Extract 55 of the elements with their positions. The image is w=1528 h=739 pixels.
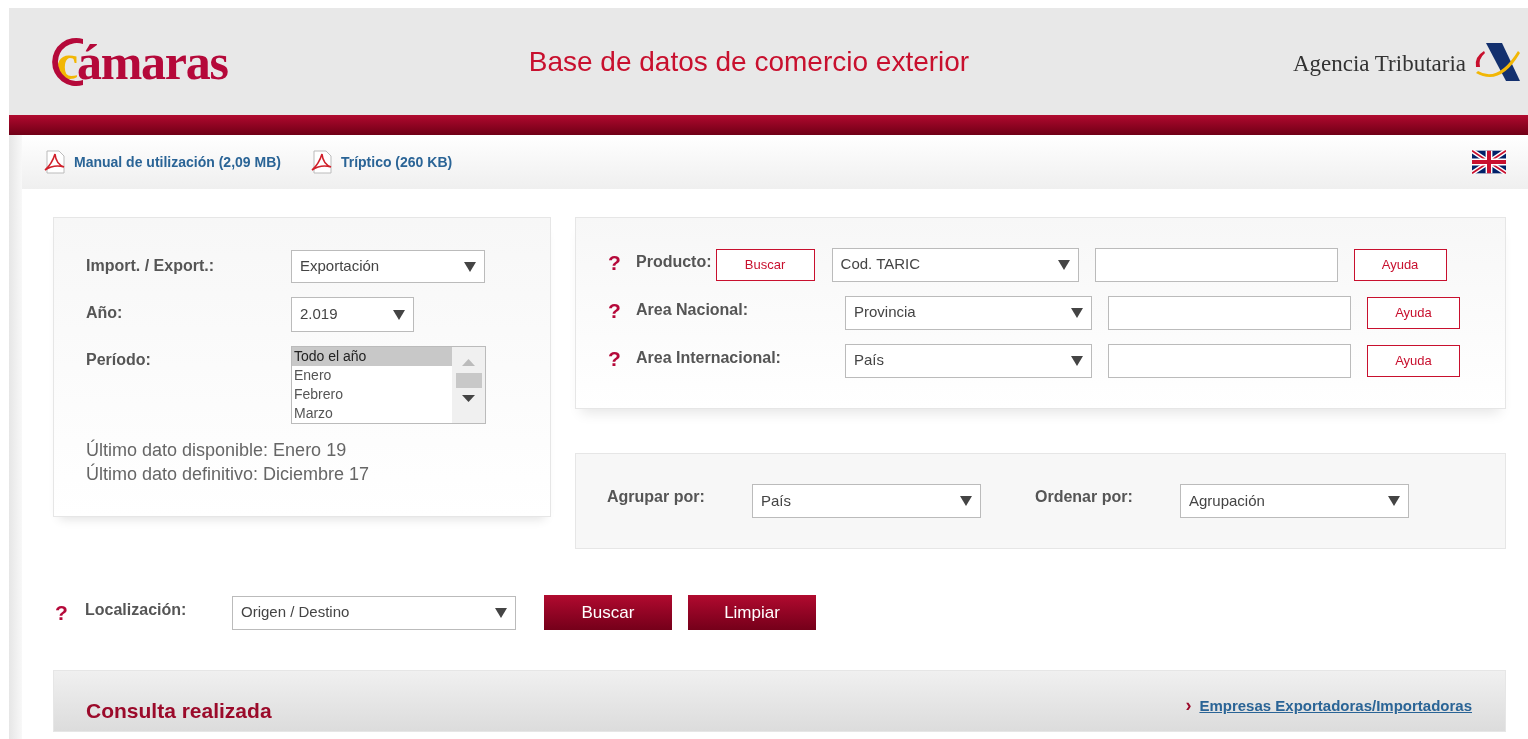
- download-link[interactable]: Manual de utilización (2,09 MB): [44, 150, 281, 174]
- select-field[interactable]: Origen / Destino: [232, 595, 516, 630]
- help-mark[interactable]: ?: [608, 246, 636, 279]
- agency-name: Agencia Tributaria: [1292, 50, 1466, 79]
- select-field[interactable]: Cod. TARIC: [831, 247, 1079, 282]
- scrollbar-thumb[interactable]: [455, 373, 482, 388]
- caret-icon: [393, 309, 405, 320]
- caret-icon: [1071, 307, 1083, 318]
- help-button[interactable]: Ayuda: [1367, 296, 1460, 329]
- caret-icon: [1388, 496, 1400, 506]
- caret-icon: [960, 496, 972, 506]
- download-link[interactable]: Tríptico (260 KB): [310, 150, 453, 174]
- text-input[interactable]: [1108, 343, 1351, 378]
- search-button[interactable]: Buscar: [715, 248, 815, 281]
- field-label: Area Nacional:: [636, 299, 749, 320]
- action-button[interactable]: Buscar: [544, 595, 672, 630]
- caret-icon: [464, 261, 476, 272]
- scroll-up-icon[interactable]: [462, 359, 475, 366]
- pdf-icon: [310, 150, 333, 174]
- list-option[interactable]: Todo el año: [292, 347, 452, 366]
- pdf-icon: [44, 150, 66, 174]
- select-field[interactable]: País: [752, 484, 981, 518]
- field-label: Localización:: [85, 599, 188, 620]
- field-label: Area Internacional:: [636, 347, 781, 368]
- caret-icon: [495, 607, 507, 618]
- help-button[interactable]: Ayuda: [1353, 248, 1447, 281]
- info-text: Último dato disponible: Enero 19: [86, 438, 348, 462]
- scroll-down-icon[interactable]: [462, 395, 475, 402]
- info-text: Último dato definitivo: Diciembre 17: [86, 462, 371, 486]
- field-label: Ordenar por:: [1035, 487, 1134, 507]
- field-label: Agrupar por:: [607, 487, 706, 507]
- select-field[interactable]: 2.019: [291, 297, 414, 332]
- field-label: Año:: [86, 303, 124, 323]
- action-button[interactable]: Limpiar: [688, 595, 816, 630]
- select-field[interactable]: Agrupación: [1180, 484, 1409, 518]
- uk-flag-icon[interactable]: [1472, 150, 1506, 174]
- page-title: Base de datos de comercio exterior: [528, 44, 970, 79]
- field-label: Import. / Export.:: [86, 256, 215, 276]
- chevron-mark: ›: [1185, 695, 1192, 715]
- select-field[interactable]: País: [845, 343, 1092, 378]
- section-title: Consulta realizada: [86, 698, 272, 724]
- exporters-link[interactable]: Empresas Exportadoras/Importadoras: [1199, 695, 1472, 718]
- help-mark[interactable]: ?: [55, 596, 85, 629]
- text-input[interactable]: [1094, 247, 1338, 282]
- select-field[interactable]: Provincia: [845, 295, 1092, 330]
- caret-icon: [1057, 259, 1070, 270]
- help-button[interactable]: Ayuda: [1367, 344, 1460, 377]
- help-mark[interactable]: ?: [608, 342, 636, 375]
- select-field[interactable]: Exportación: [291, 250, 485, 283]
- help-mark[interactable]: ?: [608, 294, 636, 327]
- period-listbox[interactable]: Todo el año Enero Febrero Marzo: [291, 346, 486, 424]
- field-label: Período:: [86, 350, 152, 370]
- field-label: Producto:: [636, 251, 712, 272]
- caret-icon: [1071, 355, 1083, 366]
- text-input[interactable]: [1108, 295, 1351, 330]
